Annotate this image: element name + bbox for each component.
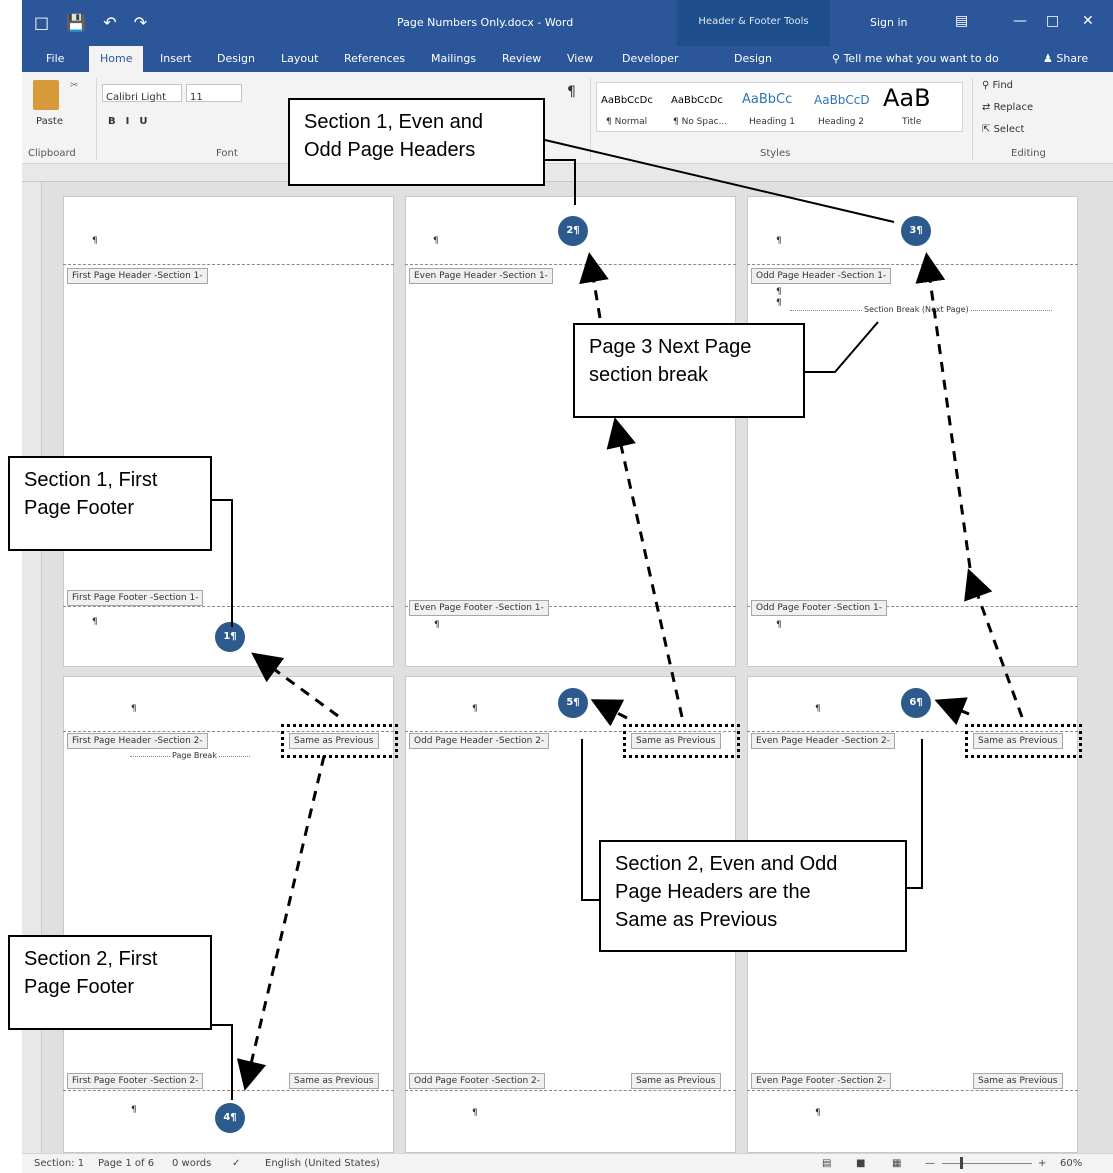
zoom-in-icon[interactable]: + (1038, 1158, 1046, 1169)
proofing-icon[interactable]: ✓ (232, 1158, 240, 1169)
zoom-slider[interactable] (942, 1163, 1032, 1164)
status-section[interactable]: Section: 1 (34, 1158, 84, 1169)
callout-section2-footer: Section 2, First Page Footer (8, 935, 212, 1030)
read-mode-icon[interactable]: ▤ (822, 1158, 831, 1169)
zoom-slider-thumb[interactable] (960, 1157, 963, 1169)
callout-section1-headers: Section 1, Even and Odd Page Headers (288, 98, 545, 186)
status-words[interactable]: 0 words (172, 1158, 211, 1169)
callout-section1-footer: Section 1, First Page Footer (8, 456, 212, 551)
callout-section2-headers: Section 2, Even and Odd Page Headers are… (599, 840, 907, 952)
callout-section-break: Page 3 Next Page section break (573, 323, 805, 418)
print-layout-icon[interactable]: ■ (856, 1158, 865, 1169)
web-layout-icon[interactable]: ▦ (892, 1158, 901, 1169)
zoom-level[interactable]: 60% (1060, 1158, 1082, 1169)
status-page[interactable]: Page 1 of 6 (98, 1158, 154, 1169)
zoom-out-icon[interactable]: — (925, 1158, 935, 1169)
status-language[interactable]: English (United States) (265, 1158, 380, 1169)
